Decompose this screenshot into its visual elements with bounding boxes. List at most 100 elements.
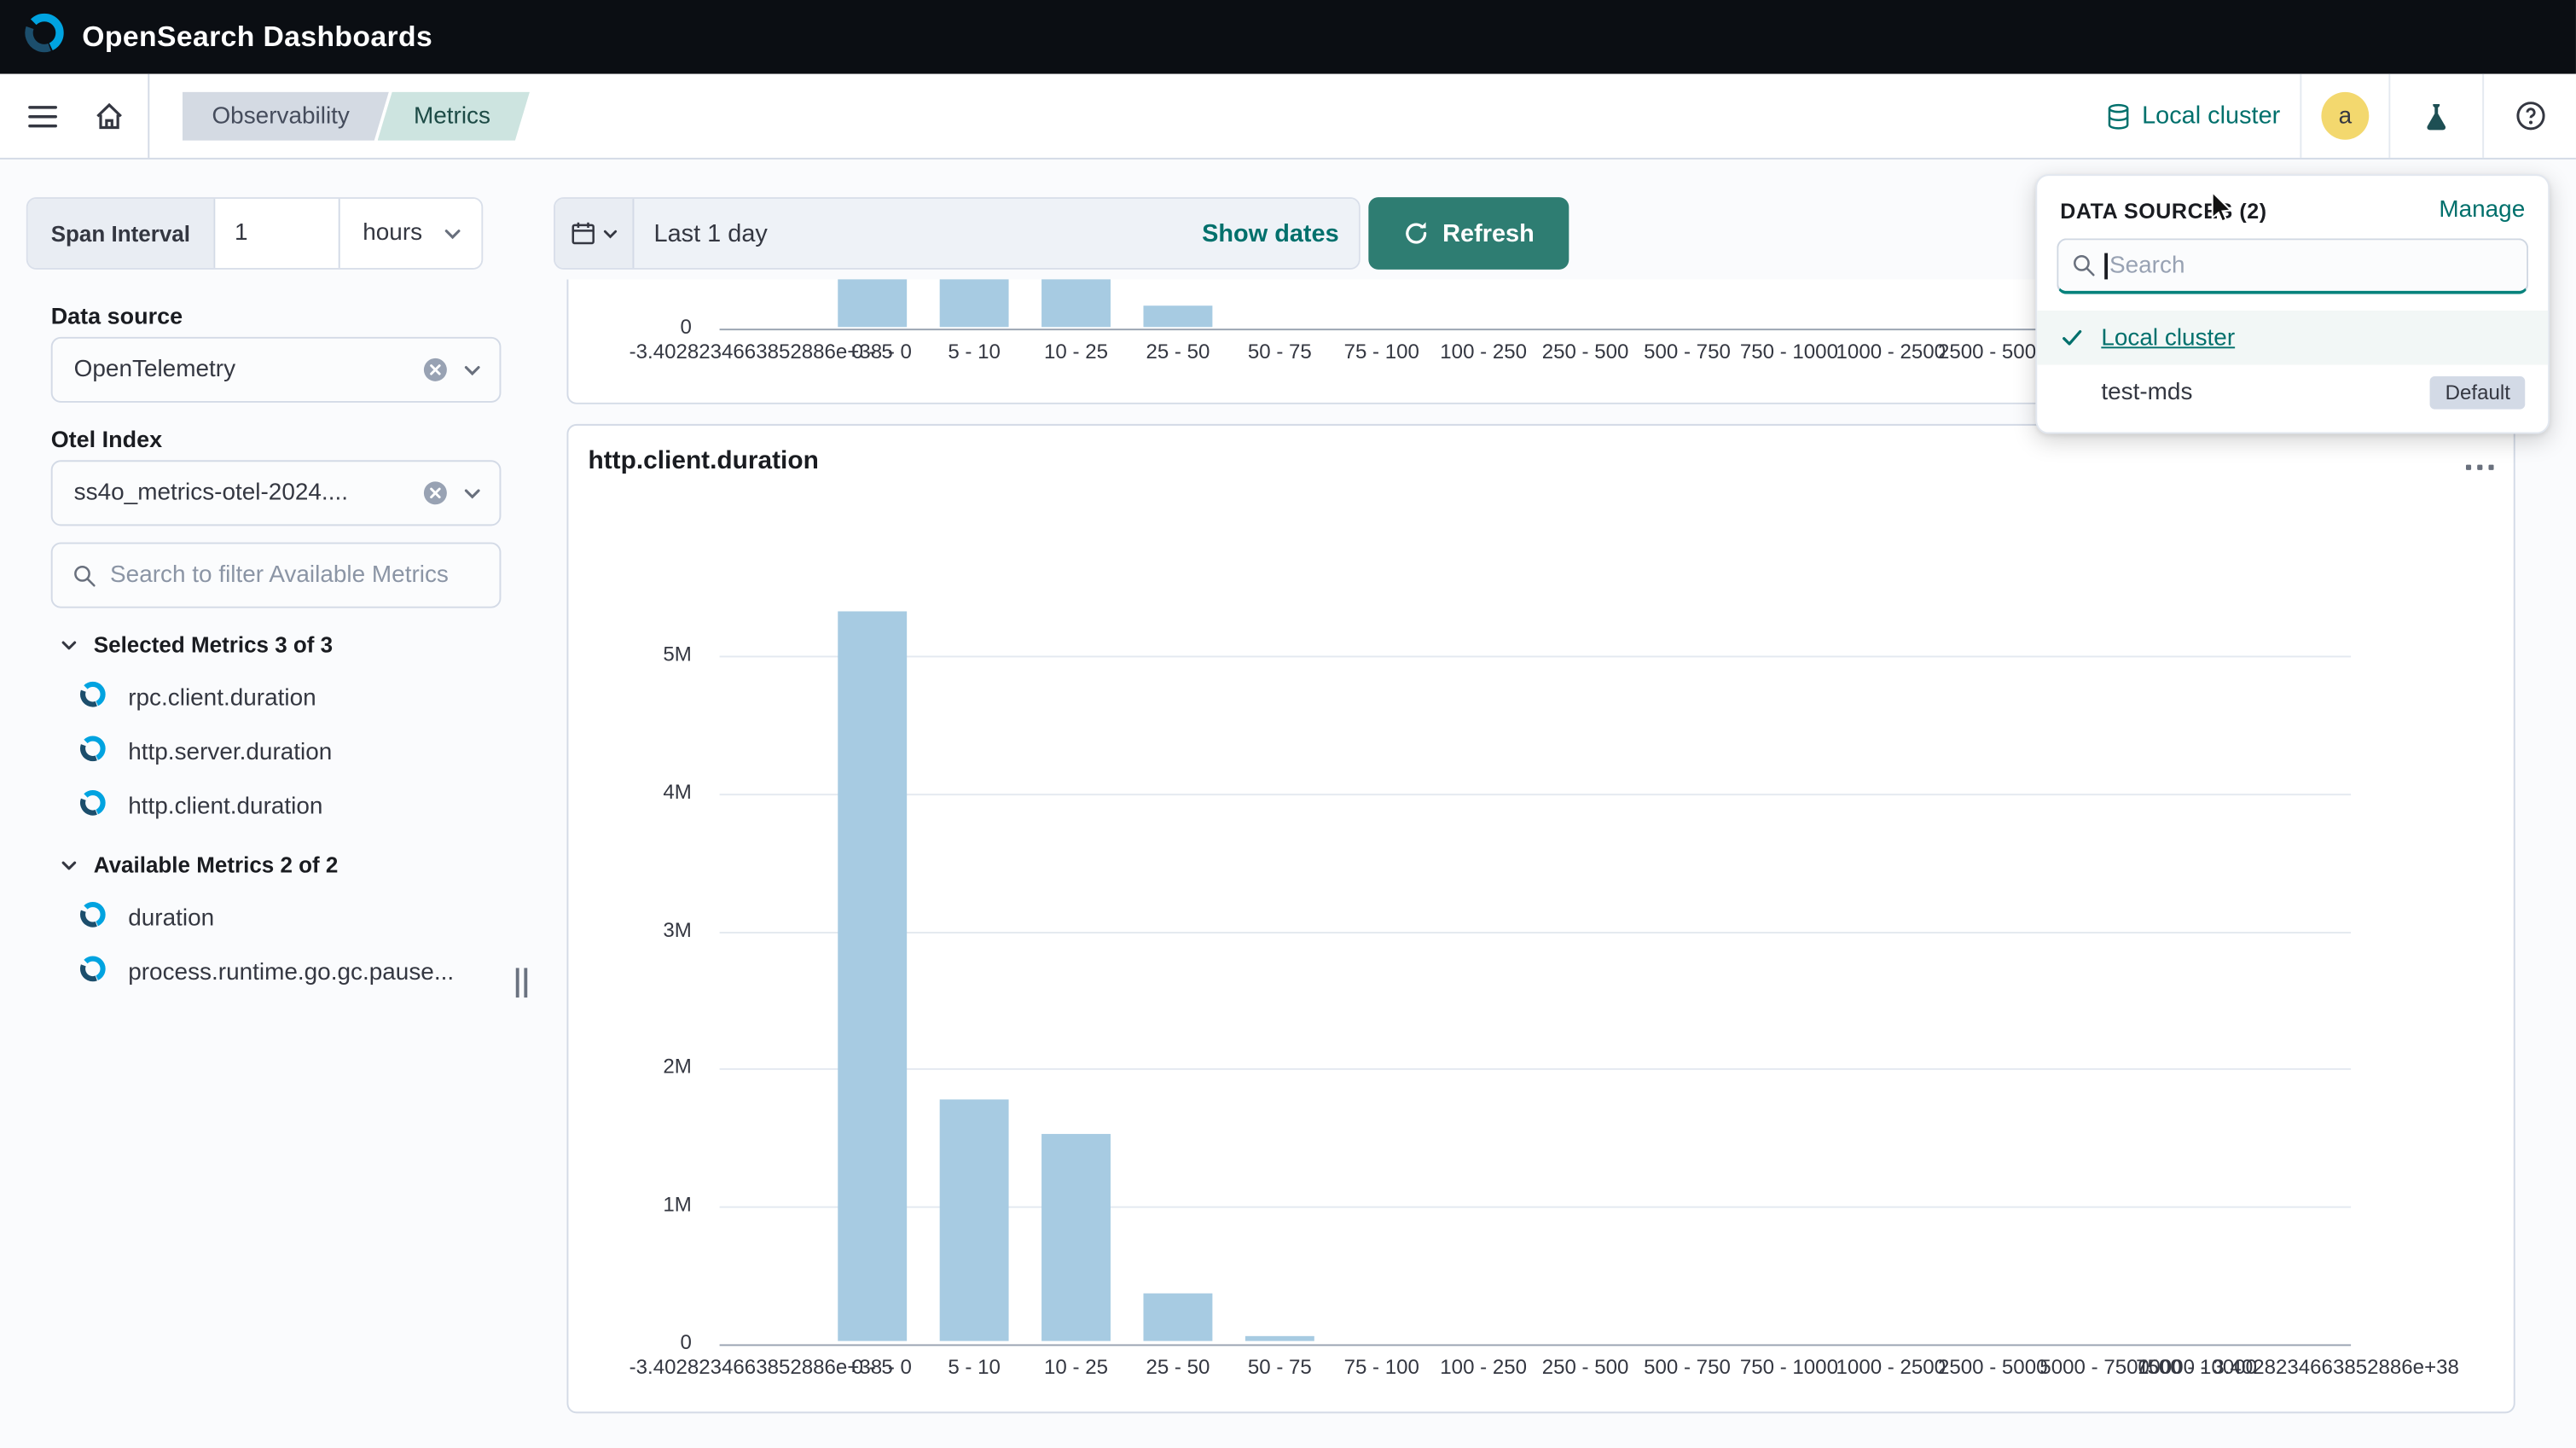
flask-button[interactable]: [2410, 83, 2463, 148]
date-range-value: Last 1 day: [654, 219, 768, 247]
gridline: [720, 655, 2352, 657]
metric-label: http.server.duration: [128, 739, 332, 765]
datasource-options-list: Local cluster test-mds Default: [2037, 311, 2548, 419]
chart-bar: [1245, 1336, 1314, 1341]
chart-bar: [940, 279, 1009, 327]
metric-label: process.runtime.go.gc.pause...: [128, 959, 454, 986]
chevron-down-icon: [59, 635, 78, 654]
refresh-button[interactable]: Refresh: [1368, 197, 1569, 270]
top-banner: OpenSearch Dashboards: [0, 0, 2576, 74]
chevron-down-icon: [59, 855, 78, 875]
datasource-selector-label: Local cluster: [2142, 102, 2280, 130]
datasource-popover: DATA SOURCES (2) Manage Local clustertes…: [2035, 174, 2550, 433]
breadcrumb-metrics[interactable]: Metrics: [378, 91, 531, 141]
breadcrumb-observability[interactable]: Observability: [183, 91, 389, 141]
sidebar-resize-handle[interactable]: [516, 968, 527, 997]
chart-bar: [940, 1099, 1009, 1340]
clear-icon[interactable]: [422, 480, 449, 506]
span-interval-label: Span Interval: [28, 199, 213, 268]
y-axis-tick-label: 0: [618, 1331, 692, 1354]
y-axis-tick-label: 0: [618, 316, 692, 339]
clear-icon[interactable]: [422, 357, 449, 383]
manage-datasources-link[interactable]: Manage: [2439, 197, 2525, 224]
datasource-search-box: [2057, 238, 2528, 294]
calendar-icon: [569, 220, 595, 247]
metric-label: http.client.duration: [128, 793, 322, 819]
chart-bar: [838, 279, 907, 327]
check-icon: [2060, 325, 2086, 350]
y-axis-tick-label: 1M: [618, 1193, 692, 1216]
span-unit-value: hours: [363, 220, 422, 247]
metric-label: duration: [128, 904, 214, 931]
datasource-search-input[interactable]: [2057, 238, 2528, 294]
chart-bar: [1143, 1294, 1212, 1341]
header-right-section: Local cluster a: [2086, 74, 2576, 158]
show-dates-button[interactable]: Show dates: [1202, 219, 1339, 247]
opensearch-metric-icon: [78, 734, 107, 770]
datasource-selector-button[interactable]: Local cluster: [2106, 102, 2281, 130]
home-button[interactable]: [76, 83, 142, 148]
metrics-search-input[interactable]: [110, 562, 483, 589]
opensearch-logo: [23, 11, 66, 62]
avatar[interactable]: a: [2321, 92, 2369, 140]
opensearch-metric-icon: [78, 679, 107, 715]
metric-item[interactable]: duration: [51, 891, 518, 945]
breadcrumb: Observability Metrics: [183, 91, 530, 141]
selected-metrics-list: rpc.client.duration http.server.duration h…: [51, 671, 518, 834]
search-icon: [73, 563, 97, 588]
panel-actions-button[interactable]: [2466, 452, 2494, 477]
data-source-combobox[interactable]: OpenTelemetry: [51, 337, 502, 403]
popover-header: DATA SOURCES (2) Manage: [2037, 176, 2548, 238]
opensearch-metric-icon: [78, 788, 107, 824]
metric-item[interactable]: http.server.duration: [51, 724, 518, 779]
opensearch-metric-icon: [78, 899, 107, 935]
opensearch-metric-icon: [78, 954, 107, 990]
chart-title: http.client.duration: [589, 447, 819, 477]
search-icon: [2072, 253, 2097, 278]
panel-actions-icon: [2466, 463, 2494, 472]
default-badge: Default: [2430, 375, 2525, 409]
metric-item[interactable]: process.runtime.go.gc.pause...: [51, 945, 518, 999]
date-range-display[interactable]: Last 1 day Show dates: [634, 199, 1358, 268]
menu-button[interactable]: [10, 83, 76, 148]
datasource-option[interactable]: test-mds Default: [2037, 365, 2548, 420]
chevron-down-icon: [461, 359, 483, 381]
metric-item[interactable]: rpc.client.duration: [51, 671, 518, 725]
datasource-option[interactable]: Local cluster: [2037, 311, 2548, 365]
hamburger-icon: [28, 101, 58, 131]
available-metrics-accordion[interactable]: Available Metrics 2 of 2: [59, 853, 338, 878]
header-navbar: Observability Metrics Local cluster a: [0, 74, 2576, 160]
opensearch-dashboards-app: OpenSearch Dashboards Observability Metr…: [0, 0, 2576, 1448]
chevron-down-icon: [442, 223, 463, 244]
date-quick-select-button[interactable]: [555, 199, 634, 268]
span-interval-input[interactable]: [213, 199, 338, 268]
gridline: [720, 794, 2352, 795]
otel-index-combobox[interactable]: ss4o_metrics-otel-2024....: [51, 460, 502, 526]
data-source-label: Data source: [51, 302, 183, 329]
y-axis-tick-label: 4M: [618, 781, 692, 804]
refresh-icon: [1403, 220, 1430, 247]
chart-bar: [1041, 1134, 1111, 1341]
chevron-down-icon: [461, 482, 483, 503]
brand-title: OpenSearch Dashboards: [82, 20, 432, 54]
gridline: [720, 932, 2352, 933]
chart-http-client-duration: 01M2M3M4M5M-3.4028234663852886e+38 - 00 …: [568, 426, 2513, 1412]
span-interval-group: Span Interval hours: [26, 197, 484, 270]
popover-title: DATA SOURCES (2): [2060, 198, 2266, 223]
chart-bar: [1041, 279, 1111, 327]
help-button[interactable]: [2503, 83, 2556, 148]
selected-metrics-accordion[interactable]: Selected Metrics 3 of 3: [59, 633, 333, 658]
gridline: [720, 1068, 2352, 1070]
home-icon: [93, 100, 125, 131]
nav-divider: [148, 74, 149, 158]
help-icon: [2515, 100, 2546, 131]
available-metrics-header: Available Metrics 2 of 2: [94, 853, 339, 878]
x-axis-line: [720, 1344, 2352, 1346]
metric-item[interactable]: http.client.duration: [51, 779, 518, 834]
span-unit-select[interactable]: hours: [338, 199, 481, 268]
datasource-option-label: test-mds: [2101, 379, 2192, 405]
chart-bar: [838, 611, 907, 1340]
data-source-value: OpenTelemetry: [74, 357, 422, 383]
available-metrics-list: duration process.runtime.go.gc.pause...: [51, 891, 518, 999]
otel-index-value: ss4o_metrics-otel-2024....: [74, 480, 422, 506]
